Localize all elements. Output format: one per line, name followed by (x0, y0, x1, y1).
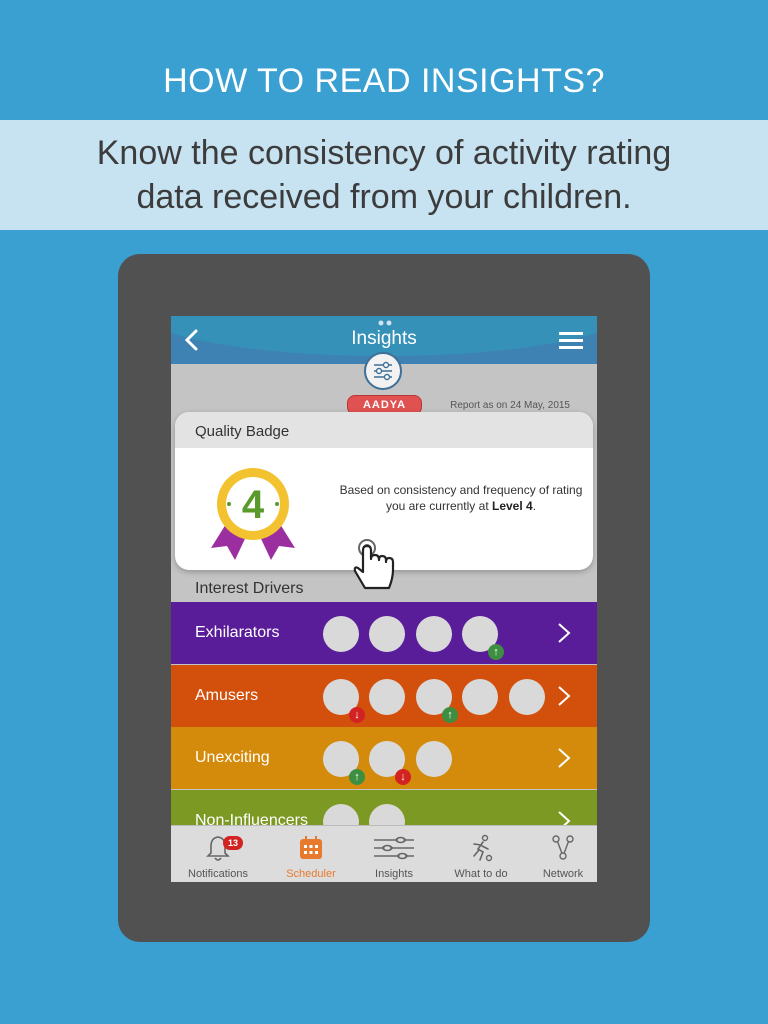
promo-subtitle: Know the consistency of activity rating … (96, 134, 672, 216)
insights-logo-icon (364, 352, 402, 390)
running-person-icon (473, 834, 493, 862)
interest-driver-row[interactable]: Amusers ↓ ↑ (171, 665, 597, 727)
nav-insights-label: Insights (375, 868, 413, 880)
interest-driver-label: Amusers (195, 687, 259, 704)
nav-notifications[interactable]: 13 Notifications (175, 826, 261, 882)
quality-badge-description: Based on consistency and frequency of ra… (337, 482, 585, 514)
nav-what-to-do[interactable]: What to do (438, 826, 524, 882)
hamburger-menu-icon[interactable] (559, 330, 583, 350)
page-indicator-dots (378, 320, 392, 326)
tap-hand-pointer-icon (353, 539, 395, 590)
notifications-count-badge: 13 (223, 836, 243, 850)
interest-driver-row[interactable]: Unexciting ↑ ↓ (171, 727, 597, 789)
quality-badge-medal-icon: 4 (211, 468, 295, 560)
interest-driver-label: Exhilarators (195, 624, 280, 641)
quality-level-label: Level 4 (492, 499, 533, 513)
calendar-icon (300, 836, 322, 859)
quality-text-main: Based on consistency and frequency of ra… (339, 483, 583, 513)
trend-down-icon: ↓ (395, 769, 411, 785)
app-screen: Insights AADYA Report as on 24 May, 2015… (171, 316, 597, 882)
rating-circle (509, 679, 545, 715)
nav-network-label: Network (542, 868, 584, 880)
promo-title: HOW TO READ INSIGHTS? (163, 62, 605, 100)
nav-scheduler-label: Scheduler (286, 868, 336, 880)
chevron-right-icon[interactable] (557, 685, 571, 707)
chevron-right-icon[interactable] (557, 747, 571, 769)
nav-notifications-label: Notifications (188, 868, 248, 880)
rating-circle (462, 679, 498, 715)
nav-what-to-do-label: What to do (454, 868, 508, 880)
quality-text-end: . (532, 499, 537, 513)
quality-badge-title: Quality Badge (195, 423, 290, 440)
trend-up-icon: ↑ (349, 769, 365, 785)
trend-up-icon: ↑ (488, 644, 504, 660)
rating-circle (416, 741, 452, 777)
nav-network[interactable]: Network (520, 826, 597, 882)
rating-circle (323, 616, 359, 652)
page-title: Insights (351, 328, 417, 349)
rating-circle (416, 616, 452, 652)
badge-level-number: 4 (242, 483, 265, 527)
interest-driver-row[interactable]: Exhilarators ↑ (171, 602, 597, 664)
bottom-navigation: 13 Notifications Scheduler Insights What… (171, 825, 597, 882)
trend-down-icon: ↓ (349, 707, 365, 723)
trend-up-icon: ↑ (442, 707, 458, 723)
chevron-right-icon[interactable] (557, 622, 571, 644)
rating-circle (369, 616, 405, 652)
nav-scheduler[interactable]: Scheduler (268, 826, 354, 882)
report-date: Report as on 24 May, 2015 (450, 400, 570, 411)
sliders-icon (374, 836, 414, 860)
interest-drivers-title: Interest Drivers (195, 580, 304, 597)
interest-driver-label: Unexciting (195, 749, 270, 766)
network-icon (552, 835, 574, 860)
nav-insights[interactable]: Insights (351, 826, 437, 882)
rating-circle (369, 679, 405, 715)
